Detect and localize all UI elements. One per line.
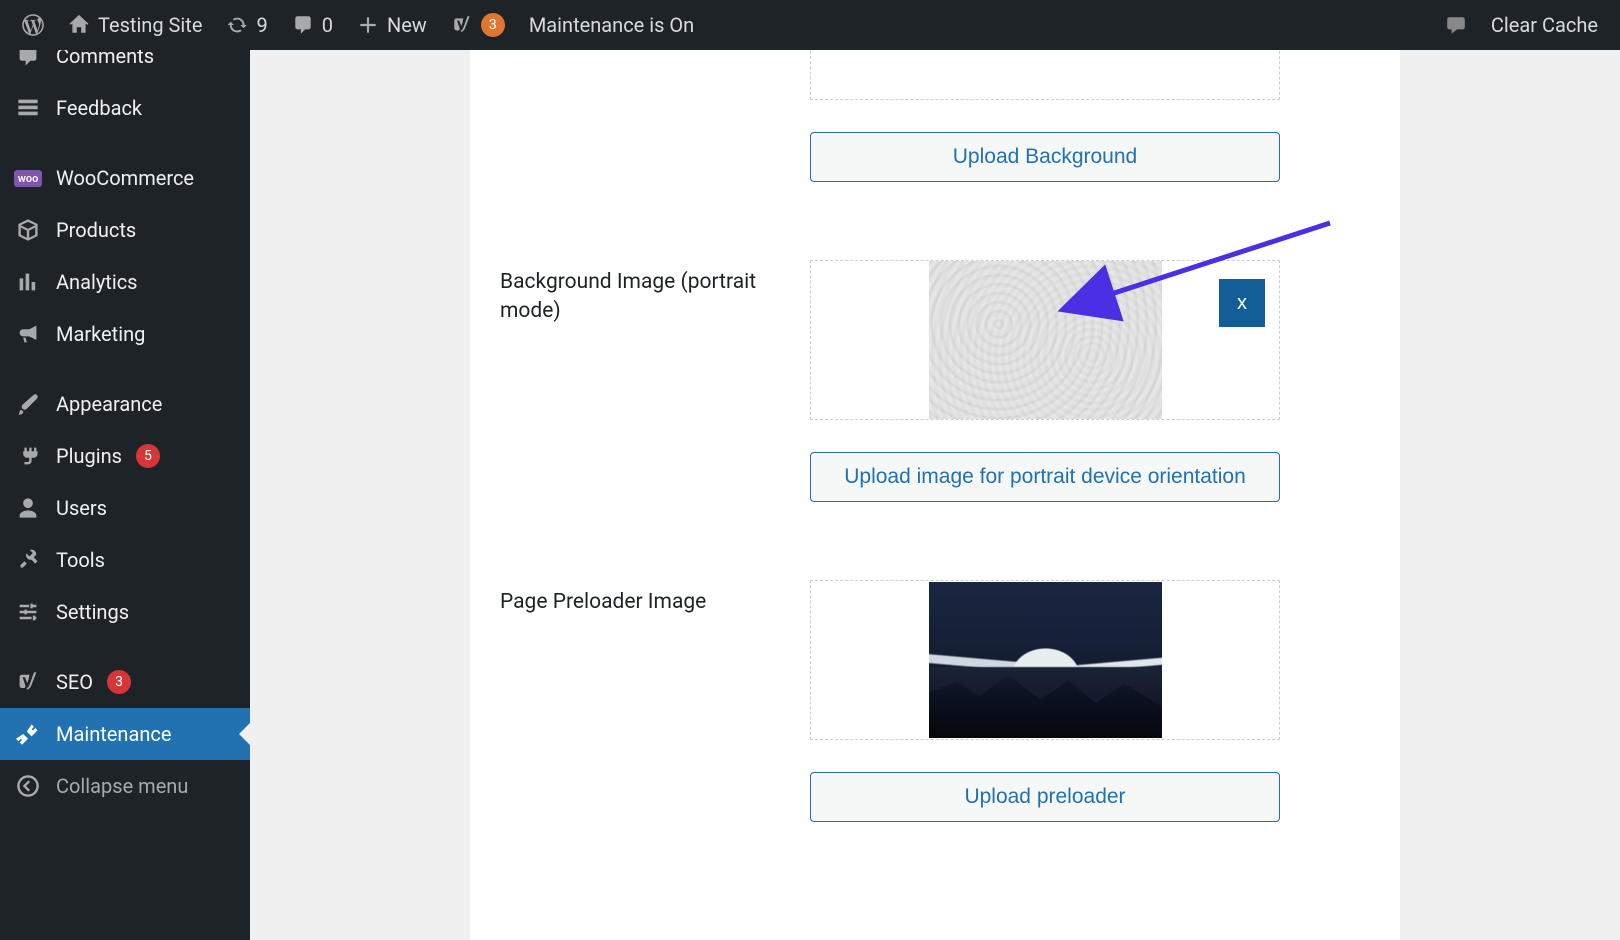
portrait-image-preview-box: x	[810, 260, 1280, 420]
site-name-text: Testing Site	[98, 13, 202, 37]
preloader-label: Page Preloader Image	[500, 580, 810, 617]
sidebar-label: Feedback	[56, 96, 142, 120]
home-icon	[68, 14, 90, 36]
sidebar-item-comments[interactable]: Comments	[0, 50, 250, 82]
sidebar-item-woocommerce[interactable]: woo WooCommerce	[0, 152, 250, 204]
admin-sidebar: Comments Feedback woo WooCommerce Produc…	[0, 50, 250, 940]
sidebar-label: Products	[56, 218, 136, 242]
upload-portrait-image-button[interactable]: Upload image for portrait device orienta…	[810, 452, 1280, 502]
sidebar-item-plugins[interactable]: Plugins 5	[0, 430, 250, 482]
new-content-link[interactable]: New	[345, 0, 439, 50]
sidebar-label: WooCommerce	[56, 166, 194, 190]
upload-background-button[interactable]: Upload Background	[810, 132, 1280, 182]
feedback-icon	[14, 94, 42, 122]
yoast-link[interactable]: 3	[439, 0, 517, 50]
upload-preloader-button[interactable]: Upload preloader	[810, 772, 1280, 822]
clear-cache-link[interactable]: Clear Cache	[1479, 0, 1610, 50]
analytics-icon	[14, 268, 42, 296]
site-name-link[interactable]: Testing Site	[56, 0, 214, 50]
seo-notification-badge: 3	[107, 670, 131, 694]
plus-icon	[357, 14, 379, 36]
sidebar-label: Maintenance	[56, 722, 171, 746]
yoast-icon	[14, 668, 42, 696]
bg-portrait-label: Background Image (portrait mode)	[500, 260, 810, 327]
sidebar-label: Users	[56, 496, 107, 520]
preloader-image-thumbnail	[929, 582, 1162, 738]
wrench-icon	[14, 546, 42, 574]
sidebar-label: Comments	[56, 50, 154, 68]
sidebar-item-appearance[interactable]: Appearance	[0, 378, 250, 430]
sidebar-label: SEO	[56, 670, 93, 694]
background-image-preview-box	[810, 50, 1280, 100]
sidebar-label: Appearance	[56, 392, 162, 416]
preloader-image-preview-box	[810, 580, 1280, 740]
sidebar-label: Marketing	[56, 322, 145, 346]
maintenance-status-link[interactable]: Maintenance is On	[517, 0, 706, 50]
cache-notice-icon[interactable]	[1433, 0, 1479, 50]
collapse-menu-button[interactable]: Collapse menu	[0, 760, 250, 812]
updates-count: 9	[256, 13, 267, 37]
sidebar-label: Analytics	[56, 270, 138, 294]
comments-count: 0	[322, 13, 333, 37]
yoast-notification-badge: 3	[481, 13, 505, 37]
comments-link[interactable]: 0	[280, 0, 345, 50]
sidebar-item-seo[interactable]: SEO 3	[0, 656, 250, 708]
speech-bubble-icon	[1445, 14, 1467, 36]
new-label: New	[387, 13, 427, 37]
wp-logo-menu[interactable]	[10, 0, 56, 50]
clear-cache-text: Clear Cache	[1491, 13, 1598, 37]
sidebar-label: Collapse menu	[56, 774, 188, 798]
sidebar-item-tools[interactable]: Tools	[0, 534, 250, 586]
comment-icon	[292, 14, 314, 36]
portrait-image-thumbnail	[929, 261, 1162, 419]
maintenance-settings-panel: Upload Background Background Image (port…	[470, 50, 1400, 940]
admin-toolbar: Testing Site 9 0 New 3 Maintenance is On…	[0, 0, 1620, 50]
tools-icon	[14, 720, 42, 748]
sidebar-label: Settings	[56, 600, 129, 624]
sidebar-item-products[interactable]: Products	[0, 204, 250, 256]
box-icon	[14, 216, 42, 244]
updates-link[interactable]: 9	[214, 0, 279, 50]
sidebar-item-settings[interactable]: Settings	[0, 586, 250, 638]
wordpress-icon	[22, 14, 44, 36]
sidebar-item-users[interactable]: Users	[0, 482, 250, 534]
remove-portrait-image-button[interactable]: x	[1219, 279, 1265, 327]
user-icon	[14, 494, 42, 522]
sidebar-item-maintenance[interactable]: Maintenance	[0, 708, 250, 760]
sidebar-label: Plugins	[56, 444, 122, 468]
woocommerce-icon: woo	[14, 164, 42, 192]
sidebar-item-marketing[interactable]: Marketing	[0, 308, 250, 360]
sidebar-item-analytics[interactable]: Analytics	[0, 256, 250, 308]
updates-icon	[226, 14, 248, 36]
sidebar-item-feedback[interactable]: Feedback	[0, 82, 250, 134]
maintenance-status-text: Maintenance is On	[529, 13, 694, 37]
collapse-icon	[14, 772, 42, 800]
plug-icon	[14, 442, 42, 470]
plugins-update-badge: 5	[136, 444, 160, 468]
yoast-icon	[451, 14, 473, 36]
sidebar-label: Tools	[56, 548, 105, 572]
brush-icon	[14, 390, 42, 418]
content-area: Upload Background Background Image (port…	[250, 50, 1620, 940]
comment-icon	[14, 50, 42, 70]
sliders-icon	[14, 598, 42, 626]
megaphone-icon	[14, 320, 42, 348]
